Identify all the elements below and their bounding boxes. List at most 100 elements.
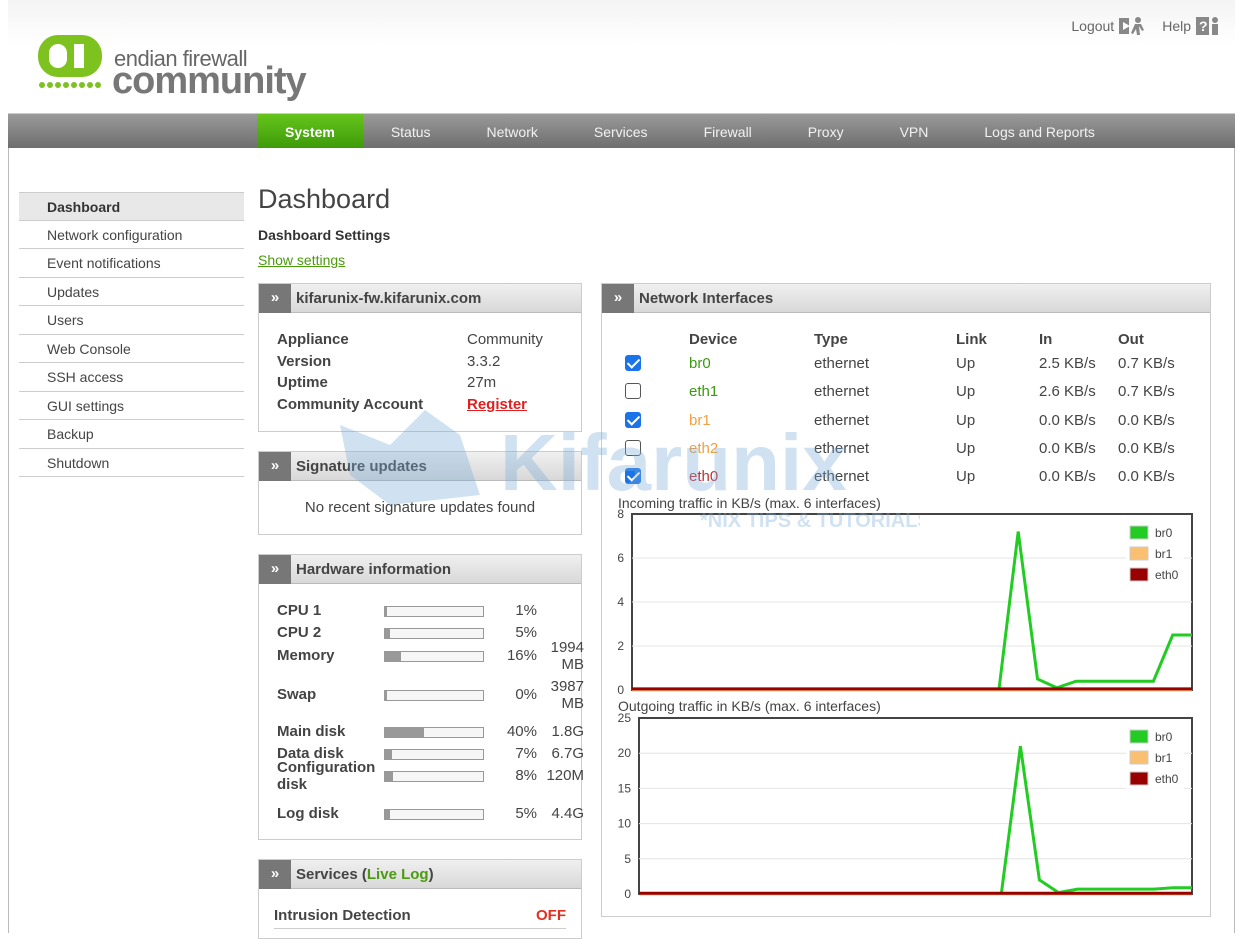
services-header[interactable]: » Services (Live Log) [259,859,581,889]
legend-label: br1 [1155,547,1173,561]
service-name: Intrusion Detection [274,907,411,924]
usage-bar [384,690,484,701]
hardware-header[interactable]: » Hardware information [259,554,581,584]
brand-line2: community [112,60,307,102]
chevron-right-icon: » [259,451,291,481]
usage-percent: 7% [515,745,537,762]
usage-bar [384,727,484,738]
usage-percent: 5% [515,805,537,822]
device-name[interactable]: eth2 [689,440,718,457]
appliance-box: » kifarunix-fw.kifarunix.com Appliance C… [258,283,582,432]
col-link: Link [956,331,987,348]
legend-swatch [1129,525,1149,540]
chevron-right-icon: » [259,859,291,889]
link-status: Up [956,439,976,457]
tab-logs-and-reports[interactable]: Logs and Reports [956,114,1123,148]
logout-link[interactable]: Logout [1071,16,1148,36]
appliance-box-header[interactable]: » kifarunix-fw.kifarunix.com [259,283,581,313]
tab-network[interactable]: Network [459,114,566,148]
version-label: Version [277,353,332,370]
hardware-label: Swap [277,686,317,703]
service-status[interactable]: OFF [536,907,566,924]
tab-status[interactable]: Status [363,114,459,148]
capacity: 1994 MB [550,639,584,673]
y-tick-label: 6 [617,551,624,565]
device-type: ethernet [814,383,870,401]
in-rate: 0.0 KB/s [1039,468,1096,486]
interface-checkbox[interactable] [625,439,641,456]
hardware-row: Memory 16% 1994 MB [277,639,584,673]
interface-row: br0 ethernet Up 2.5 KB/s 0.7 KB/s [622,355,1212,377]
sidebar-item-web-console[interactable]: Web Console [19,335,244,363]
interface-row: eth0 ethernet Up 0.0 KB/s 0.0 KB/s [622,468,1212,490]
brand-logo[interactable]: endian firewall community [36,32,307,102]
y-tick-label: 5 [624,852,631,866]
logout-icon [1119,17,1145,35]
version-value: 3.3.2 [467,353,501,370]
tab-system[interactable]: System [257,114,363,148]
sidebar-item-dashboard[interactable]: Dashboard [19,192,244,221]
register-link[interactable]: Register [467,396,527,413]
y-tick-label: 0 [624,887,631,901]
device-name[interactable]: br0 [689,355,711,372]
outgoing-traffic-chart: 0 5 10 15 20 25 br0 br1 eth0 [618,711,1193,901]
usage-bar-fill [385,772,393,781]
appliance-value: Community [467,331,543,348]
sidebar-item-users[interactable]: Users [19,306,244,335]
hardware-label: CPU 1 [277,602,322,619]
main-nav: System Status Network Services Firewall Proxy… [8,114,1235,148]
y-tick-label: 0 [617,683,624,697]
out-rate: 0.7 KB/s [1118,383,1175,401]
network-interfaces-header[interactable]: » Network Interfaces [602,283,1210,313]
in-rate: 2.5 KB/s [1039,355,1096,372]
hardware-label: Memory [277,647,335,664]
device-type: ethernet [814,468,870,486]
usage-bar [384,651,484,662]
interface-checkbox[interactable] [625,383,641,400]
device-name[interactable]: eth1 [689,383,718,400]
usage-percent: 16% [506,647,537,664]
live-log-link[interactable]: Live Log [367,866,429,883]
out-rate: 0.0 KB/s [1118,468,1175,486]
sidebar-item-shutdown[interactable]: Shutdown [19,449,244,477]
link-status: Up [956,383,976,401]
sidebar-item-network-configuration[interactable]: Network configuration [19,221,244,249]
device-name[interactable]: eth0 [689,468,718,485]
sidebar: Dashboard Network configuration Event noti… [19,192,244,477]
interface-checkbox[interactable] [625,355,641,371]
y-tick-label: 20 [618,746,632,760]
hardware-label: CPU 2 [277,624,322,641]
sidebar-item-ssh-access[interactable]: SSH access [19,363,244,392]
device-name[interactable]: br1 [689,412,711,429]
usage-percent: 0% [515,686,537,703]
help-link[interactable]: Help ? [1162,16,1221,36]
tab-vpn[interactable]: VPN [872,114,957,148]
hardware-box: » Hardware information CPU 1 1% CPU 2 5% Mem… [258,554,584,840]
hardware-label: Configuration disk [277,759,376,793]
usage-percent: 8% [515,767,537,784]
services-title-pre: Services ( [296,865,367,883]
usage-bar [384,809,484,820]
show-settings-link[interactable]: Show settings [258,252,345,268]
link-status: Up [956,468,976,486]
network-table-header: Device Type Link In Out [622,331,1212,353]
usage-bar-fill [385,750,392,759]
tab-firewall[interactable]: Firewall [676,114,780,148]
sidebar-item-gui-settings[interactable]: GUI settings [19,392,244,420]
interface-checkbox[interactable] [625,468,641,485]
tab-proxy[interactable]: Proxy [780,114,872,148]
sidebar-item-backup[interactable]: Backup [19,420,244,449]
y-tick-label: 8 [617,508,624,521]
sidebar-item-event-notifications[interactable]: Event notifications [19,249,244,278]
col-in: In [1039,331,1053,348]
interface-checkbox[interactable] [625,411,641,428]
usage-bar-fill [385,728,425,737]
sidebar-item-updates[interactable]: Updates [19,278,244,306]
hardware-title: Hardware information [296,560,452,578]
top-links: Logout Help ? [1071,16,1221,36]
tab-services[interactable]: Services [566,114,676,148]
y-tick-label: 10 [618,817,632,831]
col-device: Device [689,331,738,348]
legend-label: br1 [1155,751,1173,765]
signature-updates-header[interactable]: » Signature updates [259,451,581,481]
